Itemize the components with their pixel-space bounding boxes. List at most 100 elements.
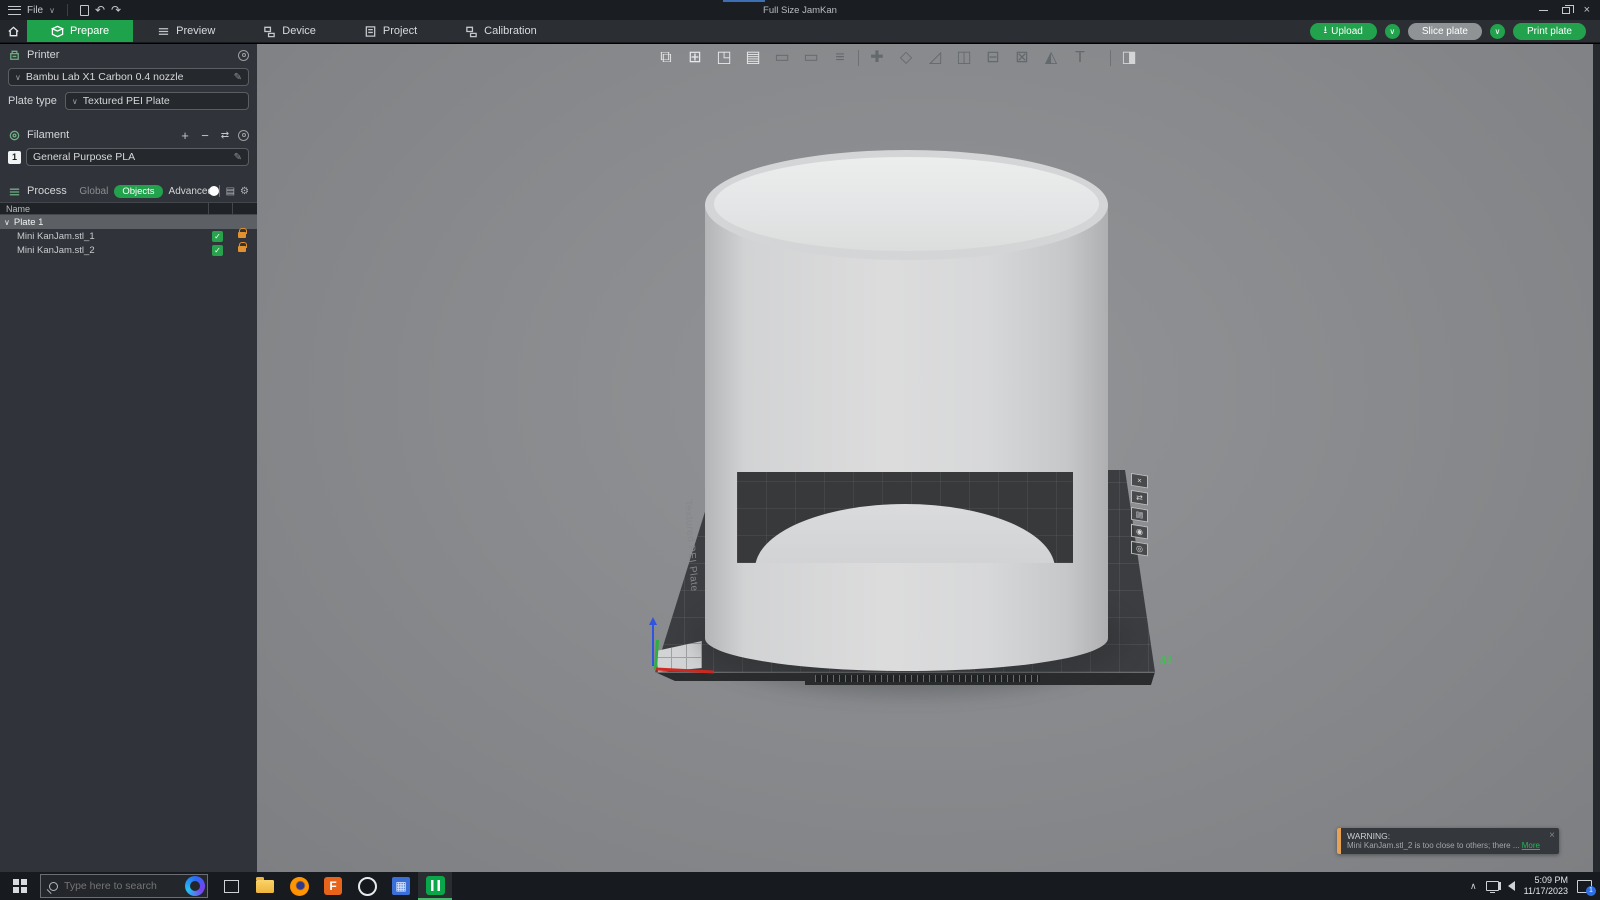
- titlebar-divider: [67, 4, 68, 16]
- slice-dropdown-button[interactable]: ∨: [1385, 24, 1400, 39]
- viewport-3d[interactable]: ⧉ ⊞ ◳ ▤ ▭ ▭ ≡ ✚ ◇ ◿ ◫ ⊟ ⊠ ◭ T ◨ Textured…: [257, 44, 1593, 872]
- lock-icon[interactable]: [238, 246, 246, 252]
- viewport-toolbar: ⧉ ⊞ ◳ ▤ ▭ ▭ ≡ ✚ ◇ ◿ ◫ ⊟ ⊠ ◭ T ◨: [655, 45, 1140, 71]
- main-nav: Prepare Preview Device Project Calibrati…: [0, 20, 1600, 43]
- tab-project[interactable]: Project: [340, 20, 441, 42]
- printer-select[interactable]: ∨ Bambu Lab X1 Carbon 0.4 nozzle ✎: [8, 68, 249, 86]
- file-menu-chevron-icon[interactable]: ∨: [49, 6, 55, 15]
- text-tool-icon: T: [1069, 45, 1091, 71]
- restore-button[interactable]: [1562, 7, 1570, 14]
- plate-settings-icon[interactable]: ◎: [1131, 541, 1148, 557]
- home-button[interactable]: [0, 20, 27, 42]
- filament-slot-number[interactable]: 1: [8, 151, 21, 164]
- process-list-view-icon[interactable]: ▤: [226, 186, 235, 197]
- file-menu[interactable]: File: [27, 5, 43, 16]
- tab-label: Project: [383, 25, 417, 37]
- collapse-chevron-icon[interactable]: ∨: [4, 218, 10, 227]
- process-tab-objects[interactable]: Objects: [114, 185, 162, 198]
- bambu-studio-icon: [426, 876, 445, 895]
- delete-plate-icon[interactable]: ×: [1131, 473, 1148, 489]
- home-icon: [7, 25, 20, 38]
- tab-calibration[interactable]: Calibration: [441, 20, 561, 42]
- chevron-down-icon: ∨: [72, 97, 78, 106]
- task-view-button[interactable]: [214, 872, 248, 900]
- background-window-sliver: [723, 0, 765, 2]
- print-dropdown-button[interactable]: ∨: [1490, 24, 1505, 39]
- ring-app-button[interactable]: [350, 872, 384, 900]
- tab-prepare[interactable]: Prepare: [27, 20, 133, 42]
- f-app-button[interactable]: F: [316, 872, 350, 900]
- plate-type-value: Textured PEI Plate: [83, 95, 242, 107]
- chevron-down-icon: ∨: [15, 73, 21, 82]
- filament-select[interactable]: General Purpose PLA ✎: [26, 148, 249, 166]
- new-file-icon[interactable]: [80, 5, 89, 16]
- process-section-label: Process: [27, 185, 67, 197]
- minimize-button[interactable]: [1539, 10, 1548, 11]
- lock-plate-icon[interactable]: ◉: [1131, 524, 1148, 540]
- rotate-icon: ◇: [895, 45, 917, 71]
- model-cylinder-body[interactable]: [705, 204, 1108, 671]
- upload-button[interactable]: ⭳ Upload: [1310, 23, 1377, 40]
- printer-edit-icon[interactable]: ✎: [234, 72, 242, 83]
- copilot-icon[interactable]: [185, 876, 205, 896]
- redo-icon[interactable]: ↷: [111, 4, 121, 16]
- advanced-label: Advanced: [169, 186, 213, 197]
- notification-center-icon[interactable]: 1: [1577, 880, 1592, 893]
- file-explorer-button[interactable]: [248, 872, 282, 900]
- time-text: 5:09 PM: [1524, 875, 1568, 886]
- close-button[interactable]: ×: [1584, 5, 1590, 16]
- spreadsheet-app-button[interactable]: ▦: [384, 872, 418, 900]
- object-row[interactable]: Mini KanJam.stl_2 ✓: [0, 243, 257, 257]
- filament-settings-gear-icon[interactable]: [238, 130, 249, 141]
- print-plate-button[interactable]: Print plate: [1513, 23, 1586, 40]
- add-object-icon[interactable]: ⧉: [655, 45, 677, 71]
- right-panel-edge: [1593, 44, 1600, 872]
- printer-settings-gear-icon[interactable]: [238, 50, 249, 61]
- auto-orient-icon[interactable]: ◳: [713, 45, 735, 71]
- name-column-header: Name: [0, 204, 30, 214]
- taskbar-search[interactable]: [40, 874, 208, 898]
- remove-filament-button[interactable]: −: [198, 128, 212, 143]
- process-tab-global[interactable]: Global: [79, 186, 108, 197]
- volume-icon[interactable]: [1508, 881, 1515, 891]
- warning-toast: WARNING: Mini KanJam.stl_2 is too close …: [1337, 828, 1559, 854]
- slice-plate-label: Slice plate: [1422, 26, 1468, 37]
- printer-section-header: Printer: [0, 44, 257, 66]
- warning-more-link[interactable]: More: [1522, 841, 1540, 850]
- plate-type-select[interactable]: ∨ Textured PEI Plate: [65, 92, 249, 110]
- object-row[interactable]: Mini KanJam.stl_1 ✓: [0, 229, 257, 243]
- plate-1-row[interactable]: ∨ Plate 1: [0, 215, 257, 229]
- print-enabled-checkbox[interactable]: ✓: [212, 245, 223, 256]
- printer-icon: [8, 49, 21, 62]
- start-button[interactable]: [0, 872, 40, 900]
- bambu-studio-button[interactable]: [418, 872, 452, 900]
- hamburger-menu-icon[interactable]: [8, 6, 21, 15]
- taskbar-clock[interactable]: 5:09 PM 11/17/2023: [1524, 875, 1568, 898]
- printer-select-value: Bambu Lab X1 Carbon 0.4 nozzle: [26, 71, 229, 83]
- filament-edit-icon[interactable]: ✎: [234, 152, 242, 163]
- paste-icon: ▭: [800, 45, 822, 71]
- filament-sync-icon[interactable]: ⇄: [218, 130, 232, 141]
- firefox-button[interactable]: [282, 872, 316, 900]
- object-name: Mini KanJam.stl_1: [0, 231, 95, 242]
- add-filament-button[interactable]: +: [178, 128, 192, 143]
- lock-icon[interactable]: [238, 232, 246, 238]
- assembly-view-icon[interactable]: ◨: [1118, 45, 1140, 71]
- rename-plate-icon[interactable]: ▤: [1131, 507, 1148, 523]
- add-plate-icon[interactable]: ⊞: [684, 45, 706, 71]
- tab-preview[interactable]: Preview: [133, 20, 239, 42]
- advanced-toggle[interactable]: [219, 185, 220, 197]
- tab-label: Preview: [176, 25, 215, 37]
- device-icon: [263, 25, 276, 38]
- firefox-icon: [290, 877, 309, 896]
- process-tree-view-icon[interactable]: ⚙: [240, 186, 249, 197]
- undo-icon[interactable]: ↶: [95, 4, 105, 16]
- arrange-icon[interactable]: ▤: [742, 45, 764, 71]
- print-enabled-checkbox[interactable]: ✓: [212, 231, 223, 242]
- tray-expand-icon[interactable]: ∧: [1470, 881, 1477, 892]
- arrange-plate-icon[interactable]: ⇄: [1131, 490, 1148, 506]
- slice-plate-button[interactable]: Slice plate: [1408, 23, 1482, 40]
- toast-close-icon[interactable]: ×: [1549, 831, 1555, 841]
- search-input[interactable]: [64, 880, 164, 892]
- tab-device[interactable]: Device: [239, 20, 340, 42]
